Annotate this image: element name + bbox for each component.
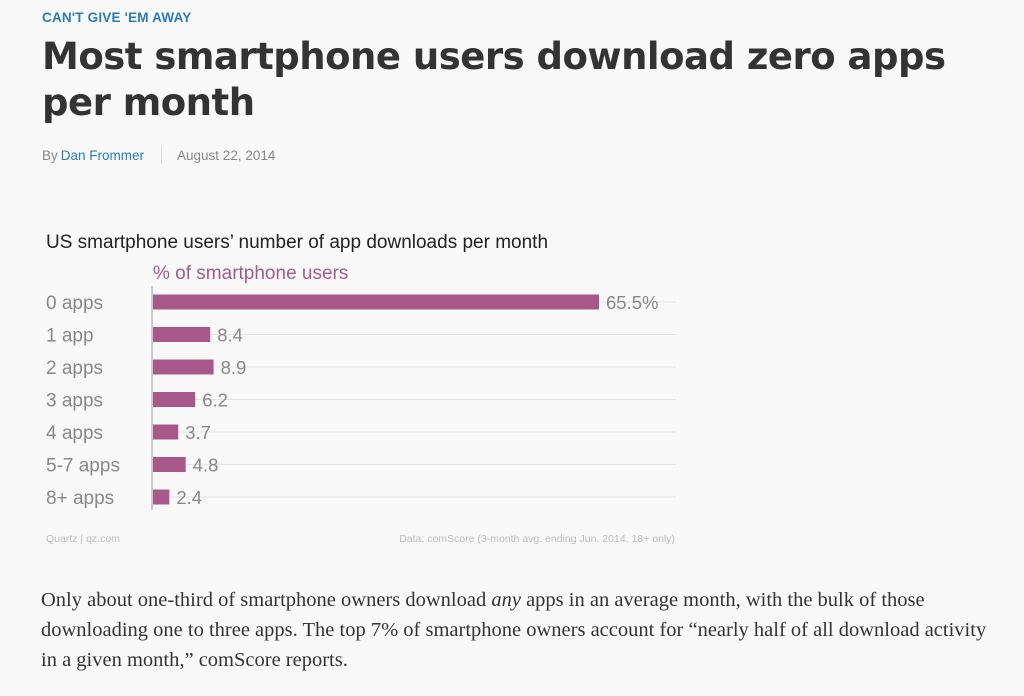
value-label: 8.9 — [221, 357, 247, 378]
value-label: 3.7 — [185, 422, 211, 443]
article-headline: Most smartphone users download zero apps… — [42, 35, 946, 124]
body-text-start: Only about one-third of smartphone owner… — [41, 589, 492, 611]
category-label: 4 apps — [46, 423, 103, 444]
bar — [153, 327, 211, 342]
chart-source-right: Data: comScore (3-month avg. ending Jun.… — [399, 533, 675, 545]
chart-title: US smartphone users’ number of app downl… — [46, 232, 548, 253]
bar — [153, 457, 186, 472]
category-label: 5-7 apps — [46, 456, 120, 477]
author-link[interactable]: Dan Frommer — [61, 148, 144, 163]
byline-divider — [161, 146, 163, 164]
value-label: 65.5% — [606, 292, 658, 313]
bar — [153, 359, 214, 375]
byline-prefix: By — [42, 147, 58, 163]
category-label: 3 apps — [46, 391, 103, 412]
value-label: 8.4 — [217, 325, 243, 346]
chart-source-left: Quartz | qz.com — [46, 533, 120, 545]
value-label: 6.2 — [202, 390, 228, 411]
body-paragraph: Only about one-third of smartphone owner… — [41, 585, 1001, 675]
body-text-emphasis: any — [491, 589, 521, 611]
chart-subtitle: % of smartphone users — [153, 263, 348, 284]
bar-chart: US smartphone users’ number of app downl… — [46, 232, 676, 545]
chart-rows: 0 apps 65.5% 1 app 8.4 2 apps 8.9 3 apps 6.2 4 a… — [46, 292, 676, 509]
bar — [153, 489, 170, 505]
byline: By Dan Frommer August 22, 2014 — [42, 146, 275, 164]
category-label: 8+ apps — [46, 488, 114, 509]
bar — [153, 392, 196, 407]
category-label: 0 apps — [46, 293, 103, 314]
publish-date: August 22, 2014 — [177, 147, 276, 163]
category-label: 2 apps — [46, 358, 103, 379]
bar — [153, 424, 179, 440]
value-label: 4.8 — [193, 455, 219, 476]
category-label: 1 app — [46, 326, 94, 347]
value-label: 2.4 — [176, 487, 202, 508]
kicker[interactable]: CAN'T GIVE 'EM AWAY — [42, 10, 192, 25]
bar — [153, 294, 599, 310]
